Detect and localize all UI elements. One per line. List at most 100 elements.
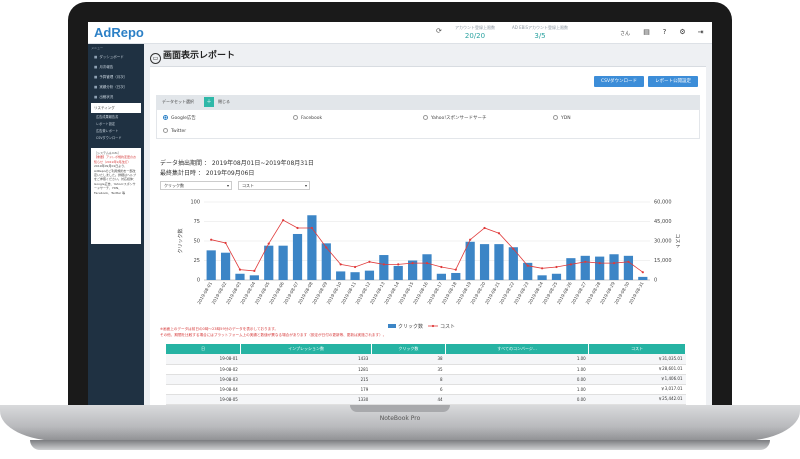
bar-clicks [494,244,504,280]
radio-yahoo[interactable]: Yahoo!スポンサードサーチ [423,115,487,121]
app-logo[interactable]: AdRepo [94,25,144,40]
radio-dot [423,115,428,120]
csv-download-button[interactable]: CSVダウンロード [594,76,644,87]
dataset-close-link[interactable]: 閉じる [218,99,230,105]
bar-clicks [264,245,274,280]
point-cost [267,242,270,245]
ebis-limit-value: 3/5 [534,32,546,40]
table-cell: 1.00 [445,354,589,365]
sidebar-item-status[interactable]: ■ 出稿状況 [88,92,144,102]
table-cell: 19-08-03 [166,374,241,385]
sidebar-heading: メニュー [91,46,104,50]
help-icon[interactable]: ? [660,28,669,37]
table-row: 19-08-01 1433 38 1.00 ￥31,035.01 [166,354,686,365]
y-left-tick-label: 50 [194,239,200,245]
right-metric-select[interactable]: コスト ▾ [238,181,310,190]
sidebar-item-monthly[interactable]: ■ 月次報告 [88,62,144,72]
bar-clicks [379,255,389,280]
news-panel: ［システム＆Info］ 【重要】アドレポ規約変更のお知らせ（2019年9月改訂）… [91,148,141,244]
radio-twitter[interactable]: Twitter [163,128,186,134]
radio-label: Yahoo!スポンサードサーチ [431,116,487,121]
point-cost [512,247,515,250]
ebis-limit-label: AD EBiSアカウント登録上限数 [511,25,568,30]
point-cost [210,238,213,241]
table-header-cell[interactable]: すべてのコンバージ… [445,344,590,354]
point-cost [382,263,385,266]
bar-clicks [220,252,231,280]
top-bar: AdRepo ⟳ アカウント登録上限数 20/20 AD EBiSアカウント登録… [88,22,712,44]
radio-label: Twitter [171,129,187,134]
left-metric-select[interactable]: クリック数 ▾ [160,181,232,190]
point-cost [425,262,429,265]
dataset-label: データセット選択 [162,99,194,104]
data-period: データ抽出期間 ： 2019年08月01日~2019年08月31日 [160,160,314,167]
report-publish-button[interactable]: レポート公開設定 [648,76,698,87]
bar-clicks [595,256,605,280]
table-header-cell[interactable]: コスト [588,344,686,354]
table-header-cell[interactable]: 日 [166,344,242,354]
sidebar-sub-report[interactable]: 広告成果報告書 [88,114,144,121]
point-cost [569,263,572,266]
y-right-tick-label: 60,000 [654,200,672,206]
legend-swatch-clicks [388,324,396,328]
dataset-toggle-button[interactable]: ＋ [204,97,214,107]
table-row: 19-08-05 1330 44 0.00 ￥25,442.01 [166,394,686,405]
note-2: その他、期間を比較する場合にはプラットフォーム上の実績と数値が異なる場合がありま… [160,333,387,337]
right-metric-value: コスト [242,183,254,188]
table-cell: 1281 [240,364,372,375]
bar-clicks [479,244,490,280]
data-table: 日インプレッション数 クリック数 すべてのコンバージ… コスト 19-08-01 143… [166,344,686,405]
refresh-icon[interactable]: ⟳ [436,27,442,35]
sidebar-sub-csv[interactable]: CSVダウンロード [88,135,144,142]
table-header-cell[interactable]: クリック数 [371,344,447,354]
radio-ydn[interactable]: YDN [553,115,571,121]
chevron-down-icon: ▾ [226,183,229,188]
table-cell: 38 [371,354,446,365]
radio-dot [163,115,168,120]
sidebar-item-analytics[interactable]: ■ 実績分析（日次） [88,82,144,92]
point-cost [612,262,616,265]
bar-clicks [436,273,446,280]
bar-clicks [551,273,562,280]
account-limit-stat: アカウント登録上限数 20/20 [443,25,507,40]
sidebar-sub-settings[interactable]: レポート設定 [88,121,144,128]
sidebar-item-dashboard[interactable]: ■ ダッシュボード [88,52,144,62]
legend-label-clicks: クリック数 [398,323,423,330]
y-right-tick-label: 30,000 [654,239,672,245]
table-row: 19-08-04 179 6 1.00 ￥3,017.01 [166,384,686,395]
logout-icon[interactable]: ⇥ [696,28,705,37]
table-cell: 1.00 [445,364,589,375]
point-cost [310,226,314,230]
radio-google[interactable]: Google広告 [163,115,196,121]
radio-dot [553,115,558,120]
news-red[interactable]: 【重要】アドレポ規約変更のお知らせ（2019年9月改訂） [94,155,138,164]
table-cell: 0.00 [445,374,589,385]
ebis-limit-stat: AD EBiSアカウント登録上限数 3/5 [508,25,572,40]
sidebar-item-budget[interactable]: ■ 予算管理（月次） [88,72,144,82]
user-name[interactable]: さん [620,30,630,37]
account-limit-label: アカウント登録上限数 [455,25,495,30]
note-1: ※画面上のデータは前日の0時〜23時59分のデータを表示しております。 [160,327,279,331]
gear-icon[interactable]: ⚙ [678,28,687,37]
y-left-tick-label: 75 [194,219,200,225]
table-cell: 44 [371,394,446,405]
y-left-axis-label: クリック数 [177,228,184,253]
point-cost [584,260,587,263]
bar-clicks [566,258,576,280]
dashboard-icon: ■ [94,55,98,59]
laptop-base: NoteBook Pro [0,405,800,441]
sidebar-item-listing[interactable]: リスティング [91,103,141,113]
bar-clicks [292,233,303,280]
laptop-frame: NoteBook Pro AdRepo ⟳ アカウント登録上限数 20/20 A… [0,0,800,459]
document-icon[interactable]: ▤ [642,28,651,37]
sidebar-item-label: 月次報告 [99,65,114,69]
bar-clicks [364,270,375,280]
point-cost [540,267,544,270]
point-cost [497,232,501,235]
table-cell: ￥1,406.01 [588,374,686,385]
radio-facebook[interactable]: Facebook [293,115,322,121]
sidebar-sub-cost[interactable]: 広告費レポート [88,128,144,135]
bar-clicks [623,255,634,280]
bar-clicks [235,273,245,280]
table-header-cell[interactable]: インプレッション数 [240,344,372,354]
